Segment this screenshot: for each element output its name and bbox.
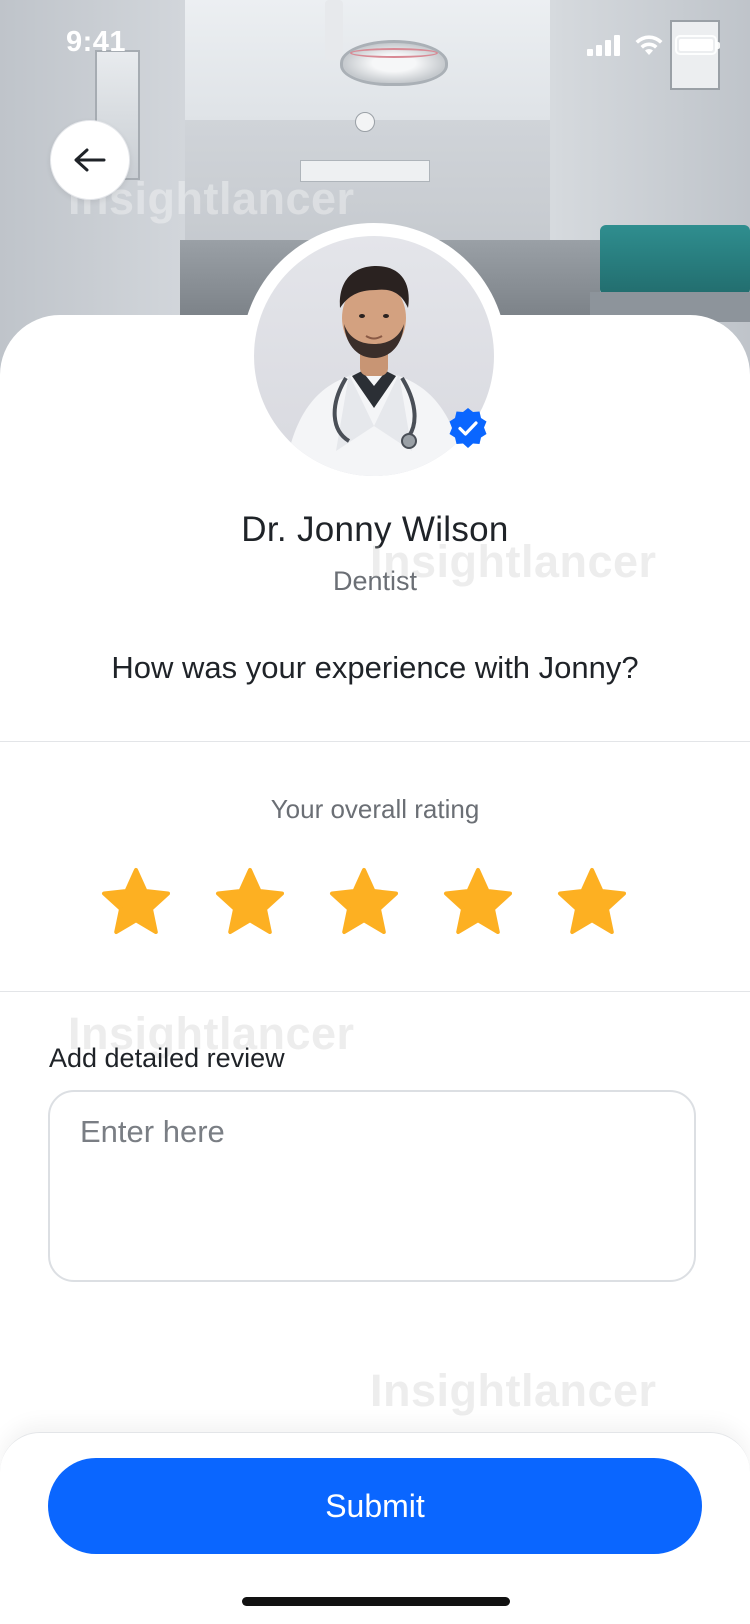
status-icons: [587, 34, 720, 56]
doctor-name: Dr. Jonny Wilson: [241, 510, 509, 549]
examination-bed: [600, 225, 750, 295]
star-icon[interactable]: [442, 866, 514, 938]
divider: [0, 991, 750, 992]
cellular-signal-icon: [587, 34, 623, 56]
submit-button[interactable]: Submit: [48, 1458, 702, 1554]
star-icon[interactable]: [214, 866, 286, 938]
wall-clock: [355, 112, 375, 132]
rating-label: Your overall rating: [270, 794, 480, 824]
star-icon[interactable]: [100, 866, 172, 938]
verified-badge-icon: [449, 408, 487, 448]
back-button[interactable]: [50, 120, 130, 200]
star-icon[interactable]: [328, 866, 400, 938]
star-icon[interactable]: [556, 866, 628, 938]
battery-icon: [675, 35, 720, 55]
wifi-icon: [635, 35, 663, 55]
review-textarea[interactable]: [48, 1090, 696, 1282]
star-rating: [100, 866, 650, 938]
status-time: 9:41: [66, 26, 127, 58]
arrow-left-icon: [74, 148, 106, 172]
experience-question: How was your experience with Jonny?: [111, 650, 639, 685]
home-indicator: [242, 1597, 510, 1606]
review-label: Add detailed review: [49, 1043, 285, 1073]
divider: [0, 741, 750, 742]
doctor-specialty: Dentist: [332, 566, 418, 596]
status-bar: 9:41: [0, 0, 750, 88]
medical-gas-rail: [300, 160, 430, 182]
